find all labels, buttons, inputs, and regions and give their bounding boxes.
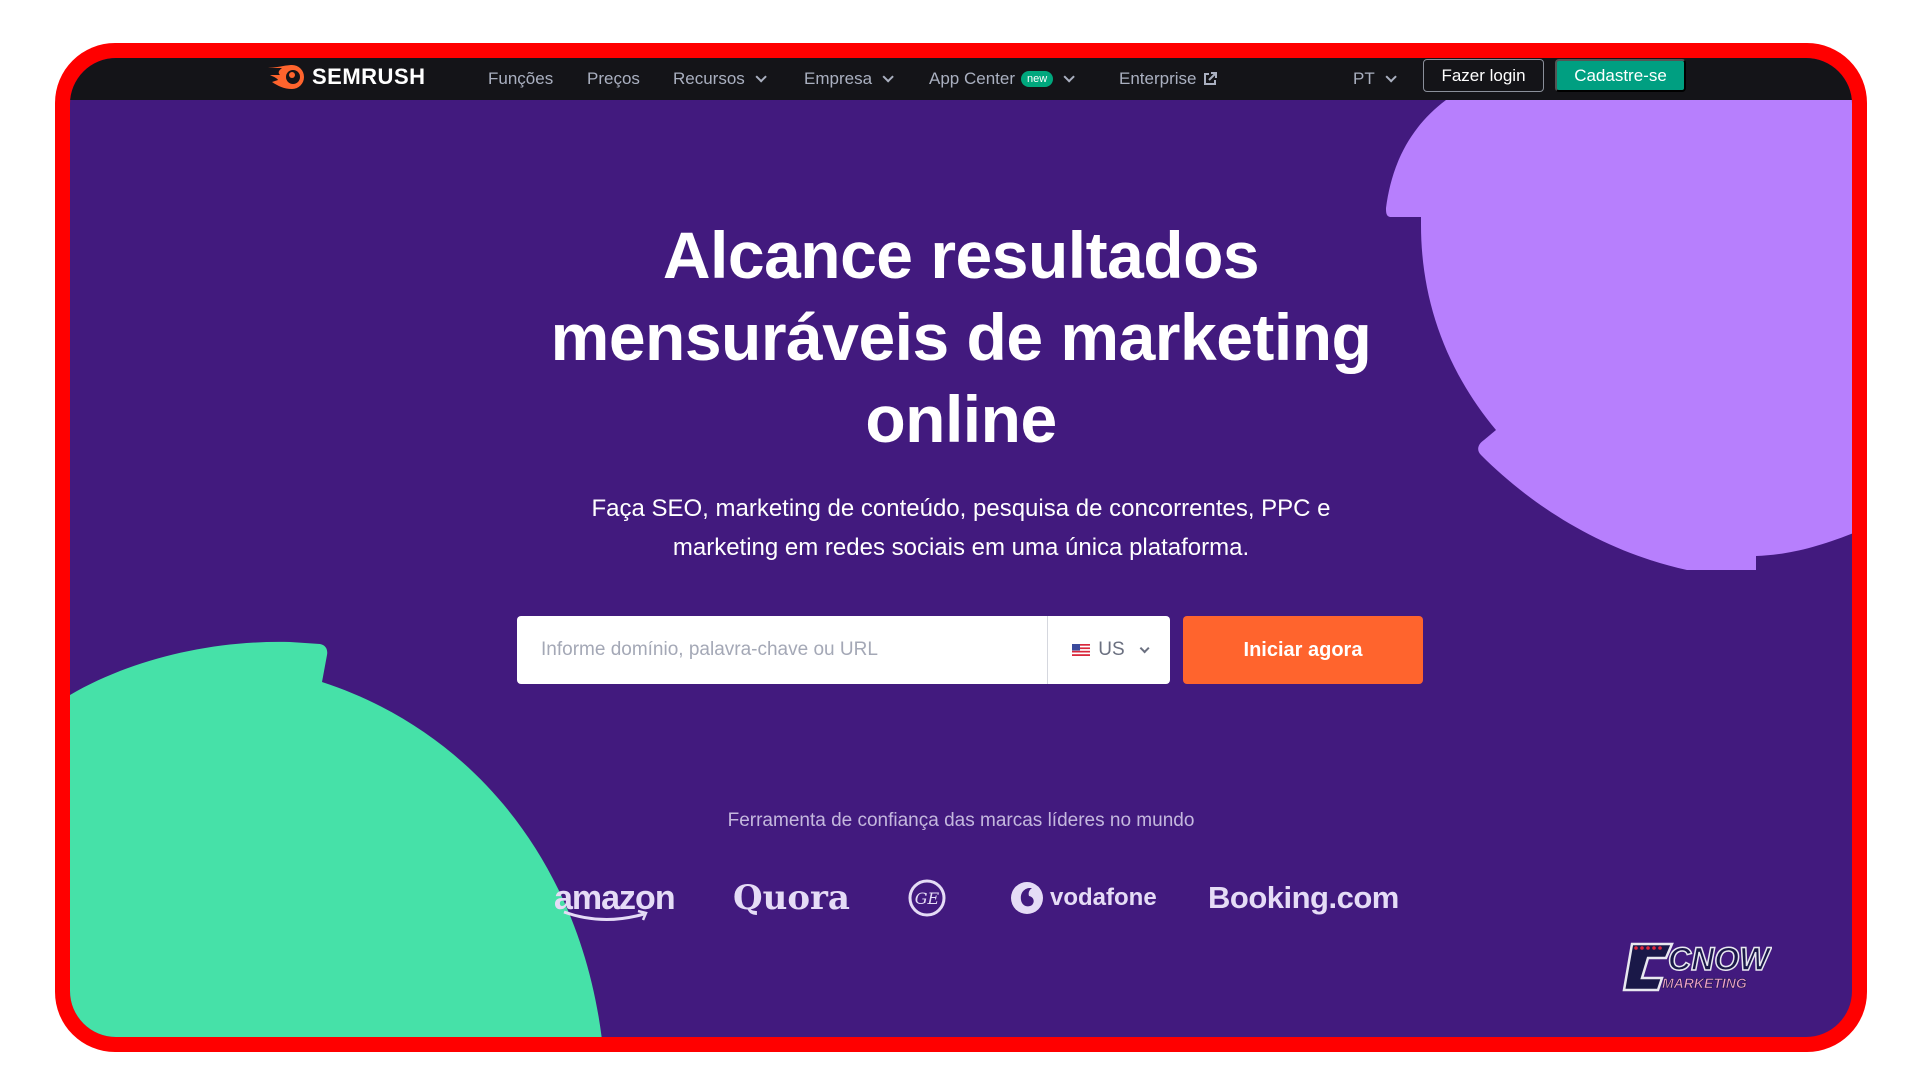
country-selector[interactable]: US	[1047, 616, 1170, 684]
hero-subtitle-line: marketing em redes sociais em uma única …	[672, 534, 1250, 561]
watermark-title: CNOW	[1668, 941, 1772, 977]
brand-logos: amazon Quora GE vodafone Booking.com	[70, 868, 1852, 928]
semrush-flame-icon	[268, 65, 304, 89]
nav-item-label: Empresa	[804, 69, 873, 88]
start-now-button[interactable]: Iniciar agora	[1183, 616, 1423, 684]
nav-item-label: App Center	[929, 69, 1015, 88]
browser-viewport: SEMRUSH Funções Preços Recursos Empresa …	[70, 58, 1852, 1037]
chevron-down-icon	[882, 71, 894, 83]
domain-search-input[interactable]	[517, 616, 1047, 684]
nav-item-empresa[interactable]: Empresa	[804, 58, 894, 100]
ge-logo: GE	[907, 868, 947, 928]
us-flag-icon	[1072, 644, 1091, 656]
hero-title-line: mensuráveis de marketing	[550, 300, 1372, 374]
nav-item-enterprise[interactable]: Enterprise	[1119, 58, 1218, 100]
amazon-smile-icon	[563, 909, 648, 921]
quora-logo: Quora	[733, 878, 850, 918]
nav-item-label: Recursos	[673, 69, 745, 88]
language-selector[interactable]: PT	[1353, 58, 1397, 100]
cnow-marketing-watermark: CNOW MARKETING	[1622, 940, 1772, 991]
trust-heading: Ferramenta de confiança das marcas líder…	[727, 810, 1195, 831]
nav-item-label: Funções	[488, 69, 554, 88]
chevron-down-icon	[1063, 71, 1075, 83]
nav-item-precos[interactable]: Preços	[587, 58, 640, 100]
top-navigation: SEMRUSH Funções Preços Recursos Empresa …	[70, 58, 1852, 100]
semrush-logo[interactable]: SEMRUSH	[268, 62, 426, 92]
hero-title-line: online	[865, 382, 1057, 456]
decorative-green-shape	[70, 641, 602, 1037]
country-label: US	[1098, 639, 1125, 660]
watermark-subtitle: MARKETING	[1662, 975, 1747, 991]
chevron-down-icon	[1385, 71, 1397, 83]
external-link-icon	[1204, 72, 1218, 85]
booking-logo: Booking.com	[1208, 880, 1399, 915]
vodafone-logo: vodafone	[1010, 868, 1157, 928]
nav-item-recursos[interactable]: Recursos	[673, 58, 767, 100]
amazon-logo: amazon	[554, 868, 676, 928]
login-button[interactable]: Fazer login	[1423, 59, 1544, 92]
vodafone-speechmark-icon	[1011, 882, 1043, 914]
nav-item-label: Preços	[587, 69, 640, 88]
hero-subtitle: Faça SEO, marketing de conteúdo, pesquis…	[461, 489, 1461, 567]
svg-text:GE: GE	[915, 889, 940, 908]
signup-button[interactable]: Cadastre-se	[1555, 59, 1686, 92]
ge-monogram-icon: GE	[908, 879, 946, 917]
chevron-down-icon	[1139, 642, 1150, 653]
hero-title: Alcance resultados mensuráveis de market…	[461, 214, 1461, 460]
new-badge: new	[1021, 71, 1054, 87]
hero-subtitle-line: Faça SEO, marketing de conteúdo, pesquis…	[591, 495, 1331, 522]
vodafone-logo-text: vodafone	[1050, 884, 1157, 911]
search-form: US	[517, 616, 1170, 684]
nav-item-funcoes[interactable]: Funções	[488, 58, 553, 100]
nav-item-label: Enterprise	[1119, 69, 1197, 88]
chevron-down-icon	[755, 71, 767, 83]
nav-item-app-center[interactable]: App Center new	[929, 58, 1075, 100]
hero-title-line: Alcance resultados	[662, 218, 1260, 292]
language-label: PT	[1353, 69, 1375, 88]
logo-text: SEMRUSH	[312, 64, 426, 89]
